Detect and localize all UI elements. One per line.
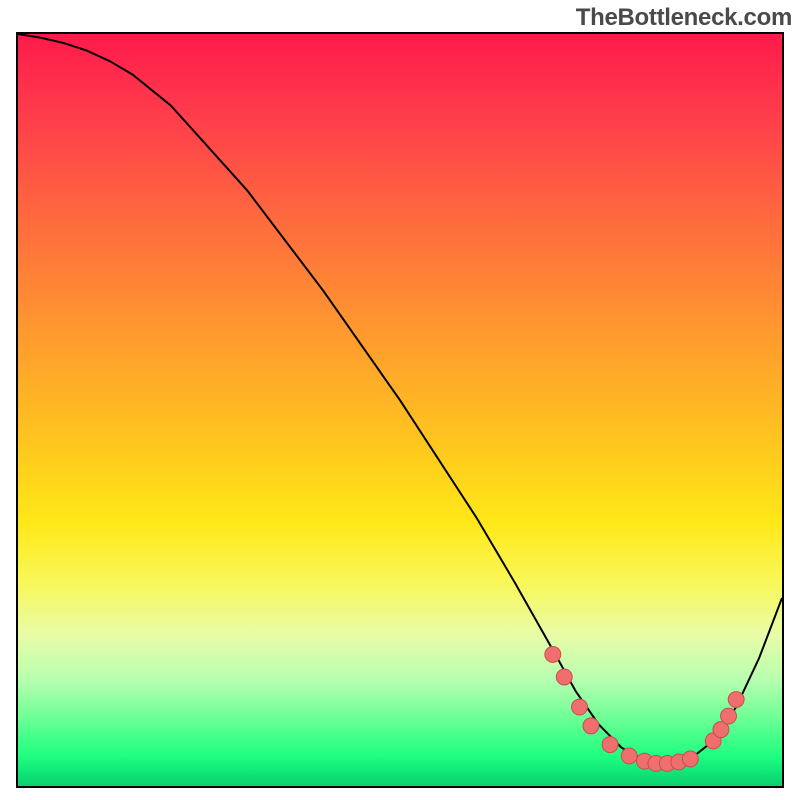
chart-container: TheBottleneck.com [0,0,800,800]
curve-svg [18,34,782,786]
data-marker [721,708,737,724]
data-marker [556,669,572,685]
data-marker [583,718,599,734]
bottleneck-curve [18,34,782,763]
plot-area [16,32,784,788]
curve-layer [18,34,782,763]
data-marker [572,699,588,715]
data-marker [621,748,637,764]
data-marker [728,692,744,708]
marker-layer [545,646,744,771]
watermark-text: TheBottleneck.com [576,4,792,32]
data-marker [545,646,561,662]
data-marker [602,737,618,753]
data-marker [682,751,698,767]
